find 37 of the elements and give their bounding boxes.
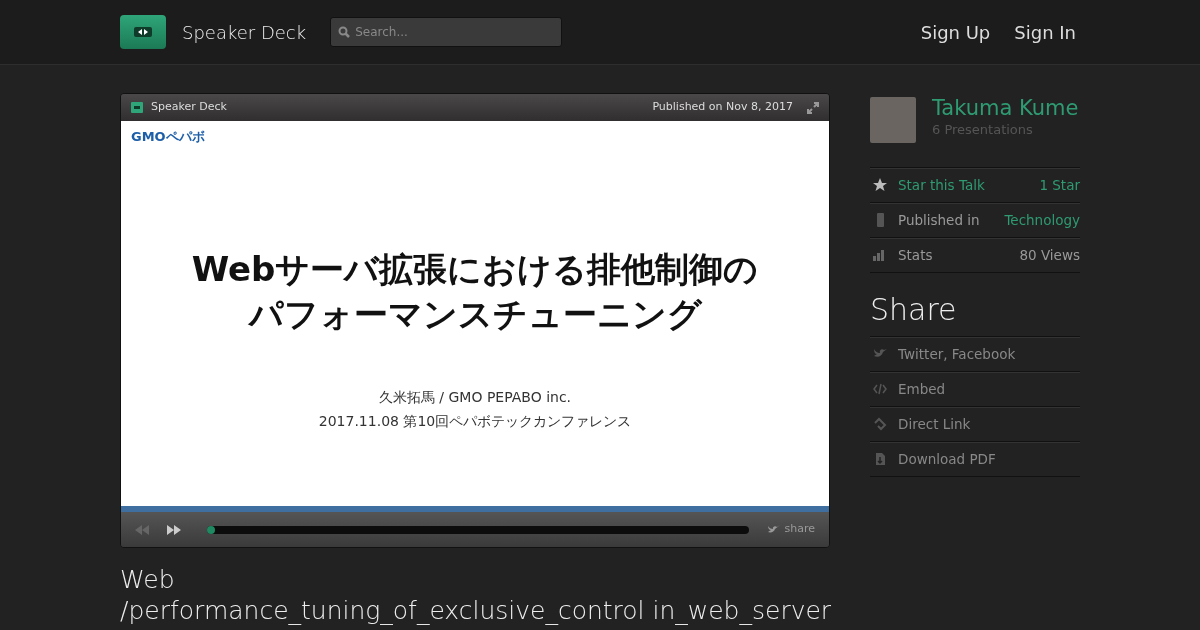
share-link[interactable]: share — [784, 521, 815, 538]
arrows-icon — [134, 27, 152, 37]
author-name[interactable]: Takuma Kume — [932, 97, 1079, 121]
forward-icon[interactable] — [167, 524, 181, 535]
player-brand: Speaker Deck — [151, 99, 227, 116]
share-link[interactable]: Download PDF — [898, 448, 996, 470]
code-icon[interactable] — [873, 382, 887, 396]
slide-logo: GMOペパボ — [130, 128, 206, 146]
logo-icon[interactable] — [120, 15, 166, 49]
logo-icon — [131, 102, 143, 113]
bar-chart-icon — [873, 248, 887, 262]
brand-link[interactable]: Speaker Deck — [182, 18, 307, 46]
search-field[interactable]: Search... — [330, 17, 563, 47]
share-heading: Share — [870, 291, 958, 329]
detail-label: Stats — [898, 245, 933, 265]
nav-link[interactable]: Sign Up — [920, 18, 991, 46]
detail-label: Published in — [898, 210, 980, 230]
published-date: Published on Nov 8, 2017 — [652, 99, 793, 116]
star-count: 1 Star — [1039, 175, 1080, 195]
share-link[interactable]: Twitter, Facebook — [898, 343, 1016, 365]
star-icon[interactable] — [873, 178, 887, 192]
share-link[interactable]: Embed — [898, 378, 946, 400]
search-icon — [338, 26, 351, 38]
talk-title: Web /performance_tuning_of_exclusive_control in_web_server — [120, 564, 832, 626]
progress-track[interactable] — [207, 525, 749, 534]
avatar-photo-placeholder — [870, 97, 916, 143]
star-link[interactable]: Star this Talk — [898, 174, 985, 196]
slide-event: 2017.11.08 第10回ペパボテックカンファレンス — [317, 412, 633, 432]
detail-value: 80 Views — [1019, 245, 1080, 265]
nav-link[interactable]: Sign In — [1014, 18, 1076, 46]
slide-author: 久米拓馬 / GMO PEPABO inc. — [377, 388, 573, 408]
category-link[interactable]: Technology — [1004, 209, 1080, 231]
rewind-icon[interactable] — [135, 524, 149, 535]
download-icon[interactable] — [873, 452, 887, 466]
fullscreen-icon[interactable] — [807, 101, 819, 114]
share-link[interactable]: Direct Link — [898, 413, 971, 435]
slide-title: Webサーバ拡張における排他制御の パフォーマンスチューニング — [190, 247, 760, 337]
